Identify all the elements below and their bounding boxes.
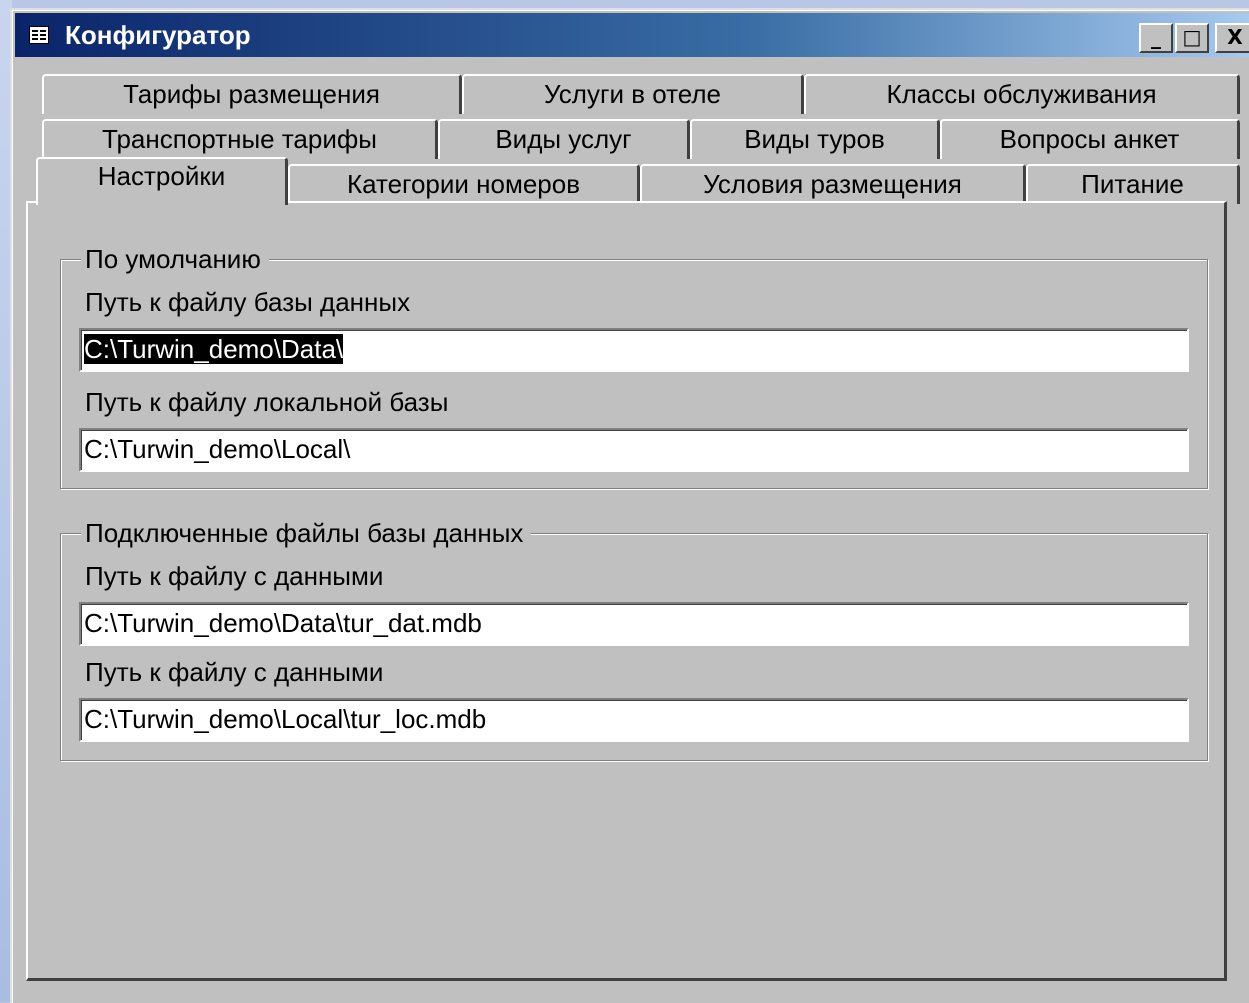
title-bar[interactable]: Конфигуратор _ □ X [15, 13, 1249, 57]
defaults-legend: По умолчанию [81, 242, 269, 276]
maximize-button[interactable]: □ [1175, 23, 1209, 53]
db-path-label: Путь к файлу базы данных [85, 287, 411, 317]
local-path-label: Путь к файлу локальной базы [85, 387, 449, 417]
tab-meals[interactable]: Питание [1026, 164, 1240, 204]
defaults-group: По умолчанию Путь к файлу базы данных C:… [60, 242, 1208, 489]
tab-accommodation-conditions[interactable]: Условия размещения [640, 164, 1026, 204]
data-file-field[interactable]: C:\Turwin_demo\Data\tur_dat.mdb [79, 602, 1189, 646]
close-icon: X [1227, 25, 1243, 49]
db-path-field[interactable]: C:\Turwin_demo\Data\ [79, 328, 1189, 372]
tab-hotel-services[interactable]: Услуги в отеле [462, 74, 804, 114]
minimize-icon: _ [1151, 25, 1161, 49]
form-icon [29, 26, 49, 44]
local-file-field[interactable]: C:\Turwin_demo\Local\tur_loc.mdb [79, 698, 1189, 742]
tab-questionnaire[interactable]: Вопросы анкет [940, 119, 1240, 159]
connected-legend: Подключенные файлы базы данных [81, 516, 532, 550]
tab-accommodation-rates[interactable]: Тарифы размещения [42, 74, 462, 114]
window-title: Конфигуратор [65, 20, 251, 50]
close-button[interactable]: X [1215, 23, 1249, 53]
tab-transport-rates[interactable]: Транспортные тарифы [42, 119, 438, 159]
db-path-value: C:\Turwin_demo\Data\ [84, 334, 344, 364]
connected-files-group: Подключенные файлы базы данных Путь к фа… [60, 516, 1208, 761]
minimize-button[interactable]: _ [1139, 23, 1173, 53]
tab-service-classes[interactable]: Классы обслуживания [804, 74, 1240, 114]
tab-tour-types[interactable]: Виды туров [690, 119, 940, 159]
tab-room-categories[interactable]: Категории номеров [288, 164, 640, 204]
settings-panel: По умолчанию Путь к файлу базы данных C:… [26, 201, 1227, 981]
local-path-field[interactable]: C:\Turwin_demo\Local\ [79, 428, 1189, 472]
data-file-label: Путь к файлу с данными [85, 561, 384, 591]
tab-settings[interactable]: Настройки [36, 157, 288, 205]
tab-service-types[interactable]: Виды услуг [438, 119, 690, 159]
maximize-icon: □ [1182, 25, 1202, 49]
local-file-label: Путь к файлу с данными [85, 657, 384, 687]
